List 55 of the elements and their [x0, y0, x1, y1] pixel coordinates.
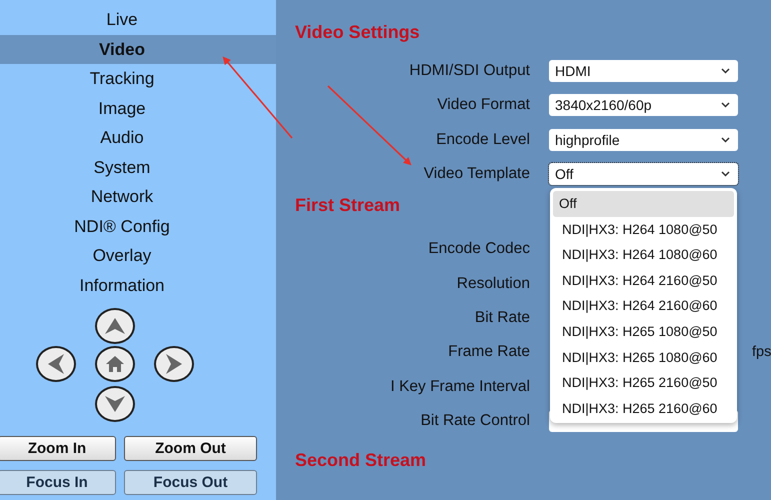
chevron-icon	[721, 102, 730, 108]
field-label: Encode Level	[435, 130, 530, 149]
select-field[interactable]: 3840x2160/60p	[549, 94, 738, 116]
nav-item[interactable]: Image	[0, 94, 276, 123]
dropdown-option[interactable]: NDI|HX3: H265 2160@50	[553, 370, 734, 396]
chevron-icon	[721, 136, 730, 143]
down-arrow-icon	[104, 395, 126, 413]
nav-item[interactable]: Network	[0, 182, 276, 212]
down-arrow-button[interactable]	[95, 386, 135, 422]
nav-item[interactable]: Live	[0, 5, 276, 34]
zoom-button[interactable]: Zoom In	[0, 436, 116, 461]
field-label: Bit Rate Control	[420, 412, 530, 430]
dropdown-option[interactable]: NDI|HX3: H265 1080@60	[553, 344, 734, 370]
nav-item[interactable]: Information	[0, 270, 276, 300]
field-label: Video Template	[422, 165, 530, 184]
field-label: Encode Codec	[427, 240, 530, 258]
unit-label: fps	[752, 344, 771, 360]
home-icon	[105, 355, 125, 373]
right-arrow-button[interactable]	[154, 346, 194, 382]
dropdown-option[interactable]: NDI|HX3: H265 2160@60	[553, 396, 734, 422]
nav-item[interactable]: NDI® Config	[0, 212, 276, 241]
field-label: HDMI/SDI Output	[408, 62, 530, 80]
select-field[interactable]: HDMI	[549, 60, 738, 82]
field-label: Bit Rate	[474, 308, 530, 327]
dropdown-option[interactable]: NDI|HX3: H265 1080@50	[553, 319, 734, 345]
chevron-icon	[721, 171, 730, 178]
dropdown-option[interactable]: NDI|HX3: H264 1080@50	[553, 216, 734, 242]
left-arrow-icon	[47, 353, 65, 375]
dropdown-option[interactable]: NDI|HX3: H264 1080@60	[553, 242, 734, 268]
nav-item[interactable]: Video	[0, 34, 276, 64]
field-label: Resolution	[456, 274, 530, 293]
section-heading: Video Settings	[295, 22, 420, 42]
left-arrow-button[interactable]	[36, 346, 76, 382]
right-arrow-icon	[165, 353, 183, 375]
nav-item[interactable]: System	[0, 152, 276, 182]
field-label: I Key Frame Interval	[389, 378, 530, 396]
select-field[interactable]: highprofile	[549, 128, 738, 151]
focus-button[interactable]: Focus In	[0, 470, 116, 495]
focus-button[interactable]: Focus Out	[124, 470, 257, 495]
dropdown-option[interactable]: NDI|HX3: H264 2160@50	[553, 268, 734, 294]
up-arrow-icon	[104, 317, 126, 335]
section-heading: First Stream	[295, 195, 400, 216]
chevron-icon	[721, 68, 730, 74]
field-label: Frame Rate	[447, 343, 530, 362]
home-button[interactable]	[95, 346, 135, 382]
zoom-button[interactable]: Zoom Out	[124, 436, 257, 461]
nav-item[interactable]: Tracking	[0, 64, 276, 94]
select-field[interactable]: Off	[549, 163, 738, 186]
nav-item[interactable]: Overlay	[0, 241, 276, 270]
dropdown-option[interactable]: NDI|HX3: H264 2160@60	[553, 293, 734, 319]
field-label: Video Format	[436, 96, 530, 114]
section-heading: Second Stream	[295, 450, 426, 470]
dropdown-option[interactable]: Off	[553, 191, 734, 217]
nav-item[interactable]: Audio	[0, 123, 276, 152]
up-arrow-button[interactable]	[95, 308, 135, 344]
